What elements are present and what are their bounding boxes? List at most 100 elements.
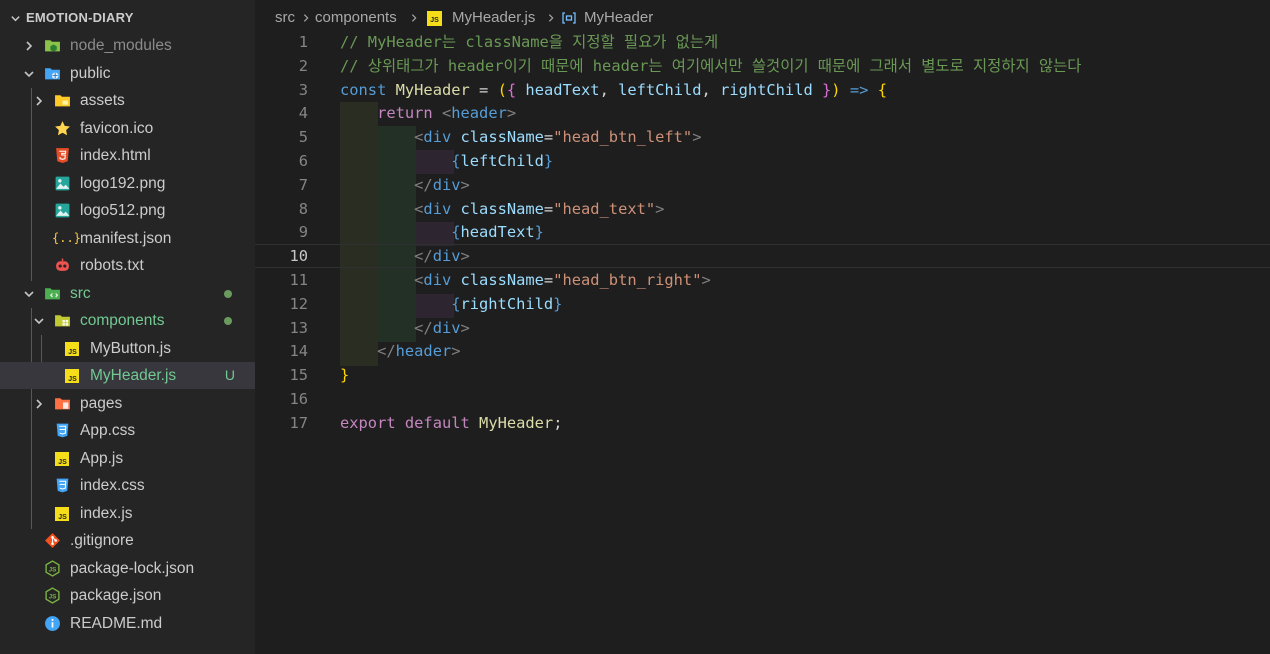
chevron-right-icon (36, 96, 43, 106)
tree-item-components[interactable]: components (0, 307, 255, 334)
chevron-right-icon (548, 14, 554, 22)
code-line[interactable]: 15} (255, 363, 1270, 387)
tree-item-label: pages (80, 395, 123, 412)
code-token: , (599, 80, 619, 99)
tree-item-index-css[interactable]: index.css (0, 472, 255, 499)
tree-item-readme[interactable]: README.md (0, 610, 255, 637)
code-token: leftChild (618, 80, 702, 99)
code-line[interactable]: 12 {rightChild} (255, 292, 1270, 316)
code-text: } (340, 363, 349, 387)
code-token: > (460, 175, 470, 194)
html5-icon (56, 148, 69, 163)
code-line[interactable]: 16 (255, 387, 1270, 411)
tree-item-assets[interactable]: assets (0, 87, 255, 114)
tree-item-node-modules[interactable]: node_modules (0, 32, 255, 59)
code-line[interactable]: 9 {headText} (255, 220, 1270, 244)
tree-item-label: index.html (80, 147, 151, 164)
code-line[interactable]: 17 export default MyHeader; (255, 411, 1270, 435)
line-number: 6 (298, 152, 308, 170)
nodejs-icon: JS (45, 587, 60, 604)
code-line[interactable]: 4 return <header> (255, 101, 1270, 125)
code-editor[interactable]: 1 // MyHeader는 className을 지정할 필요가 없는게 2 // … (255, 30, 1270, 654)
line-number: 1 (298, 33, 308, 51)
tree-item-public[interactable]: public (0, 60, 255, 87)
line-number: 10 (289, 247, 308, 266)
tree-item-gitignore[interactable]: .gitignore (0, 527, 255, 554)
tree-item-app-js[interactable]: JS App.js (0, 445, 255, 472)
css3-icon (56, 478, 69, 493)
tree-item-label: .gitignore (70, 532, 134, 549)
code-line[interactable]: 6 {leftChild} (255, 149, 1270, 173)
line-number: 12 (289, 294, 308, 313)
folder-public-icon (45, 68, 60, 80)
folder-src-icon (45, 288, 60, 300)
code-token: } (340, 366, 350, 385)
code-line[interactable]: 1 // MyHeader는 className을 지정할 필요가 없는게 (255, 30, 1270, 54)
code-text: return <header> (340, 101, 516, 125)
code-line[interactable]: 11 <div className="head_btn_right"> (255, 268, 1270, 292)
code-text: export default MyHeader; (340, 411, 562, 435)
tree-item-robots[interactable]: robots.txt (0, 252, 255, 279)
code-token: > (451, 342, 461, 361)
code-token: "head_btn_right" (553, 271, 702, 289)
nodejs-icon: JS (45, 560, 60, 577)
tree-item-index-html[interactable]: index.html (0, 142, 255, 169)
code-token: rightChild (720, 80, 813, 99)
chevron-down-icon (24, 291, 34, 298)
tree-item-package-lock[interactable]: JS package-lock.json (0, 555, 255, 582)
code-line[interactable]: 8 <div className="head_text"> (255, 197, 1270, 221)
tree-item-index-js[interactable]: JS index.js (0, 500, 255, 527)
svg-text:JS: JS (58, 459, 67, 466)
code-token: rightChild (460, 294, 554, 313)
code-line[interactable]: 14 </header> (255, 339, 1270, 363)
symbol-variable-icon (562, 12, 576, 24)
image-icon (55, 176, 70, 191)
tree-item-label: public (70, 65, 111, 82)
tree-item-app-css[interactable]: App.css (0, 417, 255, 444)
code-token: } (534, 223, 544, 242)
code-line[interactable]: 13 </div> (255, 316, 1270, 340)
code-token: { (506, 80, 517, 99)
code-line[interactable]: 3 const MyHeader = ({ headText, leftChild… (255, 78, 1270, 102)
tree-item-manifest[interactable]: {..} manifest.json (0, 225, 255, 252)
js-file-icon: JS (65, 369, 79, 383)
tree-item-src[interactable]: src (0, 280, 255, 307)
chevron-right-icon (26, 41, 33, 51)
code-line[interactable]: 7 </div> (255, 173, 1270, 197)
svg-text:JS: JS (49, 567, 57, 574)
line-number: 5 (298, 128, 308, 147)
tree-item-pages[interactable]: pages (0, 390, 255, 417)
tree-item-myheader[interactable]: JS MyHeader.js U (0, 362, 255, 389)
code-token: MyHeader (395, 80, 470, 99)
tree-item-label: favicon.ico (80, 120, 154, 137)
tree-item-logo512[interactable]: logo512.png (0, 197, 255, 224)
tree-item-label: node_modules (70, 37, 172, 54)
tree-item-package-json[interactable]: JS package.json (0, 582, 255, 609)
tree-item-logo192[interactable]: logo192.png (0, 170, 255, 197)
tree-item-label: components (80, 312, 165, 329)
code-line[interactable]: 2 // 상위태그가 header이기 때문에 header는 여기에서만 쓸것이… (255, 54, 1270, 78)
tree-item-label: src (70, 285, 91, 302)
code-text: <div className="head_btn_left"> (340, 125, 701, 149)
tree-item-favicon[interactable]: favicon.ico (0, 115, 255, 142)
js-file-icon: JS (55, 452, 69, 466)
tree-item-mybutton[interactable]: JS MyButton.js (0, 335, 255, 362)
folder-components-icon (55, 315, 70, 327)
code-token: > (460, 318, 470, 337)
git-icon (45, 533, 60, 548)
code-token: const (340, 80, 387, 99)
code-line[interactable]: 10 </div> (255, 244, 1270, 268)
code-line[interactable]: 5 <div className="head_btn_left"> (255, 125, 1270, 149)
code-token: ; (553, 413, 563, 432)
star-icon (55, 121, 70, 136)
